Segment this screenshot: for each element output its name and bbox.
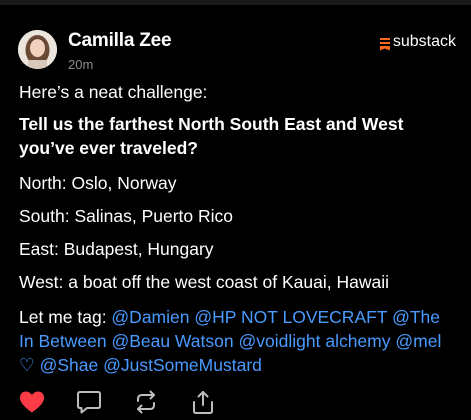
brand-label: substack bbox=[392, 33, 456, 50]
comment-button[interactable] bbox=[75, 388, 103, 416]
mention-link[interactable]: @Beau Watson bbox=[111, 331, 233, 351]
avatar-image bbox=[18, 30, 57, 69]
share-button[interactable] bbox=[189, 388, 217, 416]
mention-link[interactable]: @Damien bbox=[111, 307, 189, 327]
restack-icon bbox=[137, 390, 155, 414]
heart-icon bbox=[20, 391, 44, 413]
answer-north: North: Oslo, Norway bbox=[19, 173, 177, 193]
post-question: Tell us the farthest North South East an… bbox=[19, 114, 404, 158]
top-bar bbox=[0, 0, 471, 5]
avatar[interactable] bbox=[18, 30, 57, 69]
mention-link[interactable]: @Shae bbox=[40, 355, 99, 375]
mention-link[interactable]: @HP NOT LOVECRAFT bbox=[194, 307, 387, 327]
post-actions bbox=[0, 388, 471, 416]
mention-link[interactable]: @JustSomeMustard bbox=[103, 355, 262, 375]
share-icon bbox=[193, 391, 213, 414]
like-button[interactable] bbox=[18, 388, 46, 416]
tag-paragraph: Let me tag: @Damien @HP NOT LOVECRAFT @T… bbox=[19, 305, 457, 377]
mention-link[interactable]: @voidlight alchemy bbox=[239, 331, 391, 351]
restack-button[interactable] bbox=[132, 388, 160, 416]
answer-south: South: Salinas, Puerto Rico bbox=[19, 206, 234, 226]
answer-west: West: a boat off the west coast of Kauai… bbox=[19, 272, 389, 292]
substack-icon bbox=[379, 37, 390, 51]
answer-east: East: Budapest, Hungary bbox=[19, 239, 214, 259]
tag-prefix: Let me tag: bbox=[19, 307, 112, 327]
comment-icon bbox=[77, 391, 101, 414]
substack-logo[interactable]: substack bbox=[379, 33, 456, 51]
post-timestamp: 20m bbox=[68, 57, 94, 72]
author-name[interactable]: Camilla Zee bbox=[68, 30, 172, 52]
post-intro: Here’s a neat challenge: bbox=[19, 82, 208, 102]
